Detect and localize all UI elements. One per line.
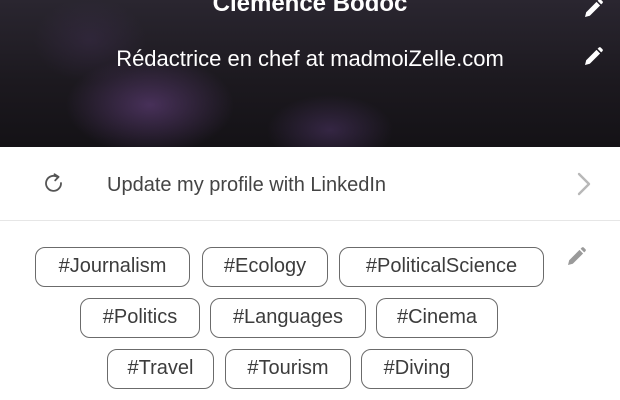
profile-name: Clemence Bodoc — [212, 0, 408, 17]
profile-header: Clemence Bodoc Rédactrice en chef at mad… — [0, 0, 620, 147]
update-linkedin-label: Update my profile with LinkedIn — [107, 174, 387, 196]
tag-political-science[interactable]: #PoliticalScience — [339, 247, 544, 287]
tags-section: #Journalism #Ecology #PoliticalScience #… — [0, 222, 620, 400]
update-linkedin-row[interactable]: Update my profile with LinkedIn — [0, 147, 620, 221]
edit-tags-pencil-icon[interactable] — [565, 246, 587, 268]
chevron-right-icon — [574, 171, 594, 197]
edit-name-pencil-icon[interactable] — [582, 0, 604, 20]
profile-job-title: Rédactrice en chef at madmoiZelle.com — [116, 46, 504, 71]
tag-politics[interactable]: #Politics — [80, 298, 200, 338]
tag-languages[interactable]: #Languages — [210, 298, 366, 338]
tag-tourism[interactable]: #Tourism — [225, 349, 351, 389]
edit-title-pencil-icon[interactable] — [582, 46, 604, 68]
tag-travel[interactable]: #Travel — [107, 349, 214, 389]
tag-ecology[interactable]: #Ecology — [202, 247, 328, 287]
tag-journalism[interactable]: #Journalism — [35, 247, 190, 287]
refresh-icon — [42, 172, 66, 196]
tag-diving[interactable]: #Diving — [361, 349, 473, 389]
tag-cinema[interactable]: #Cinema — [376, 298, 498, 338]
